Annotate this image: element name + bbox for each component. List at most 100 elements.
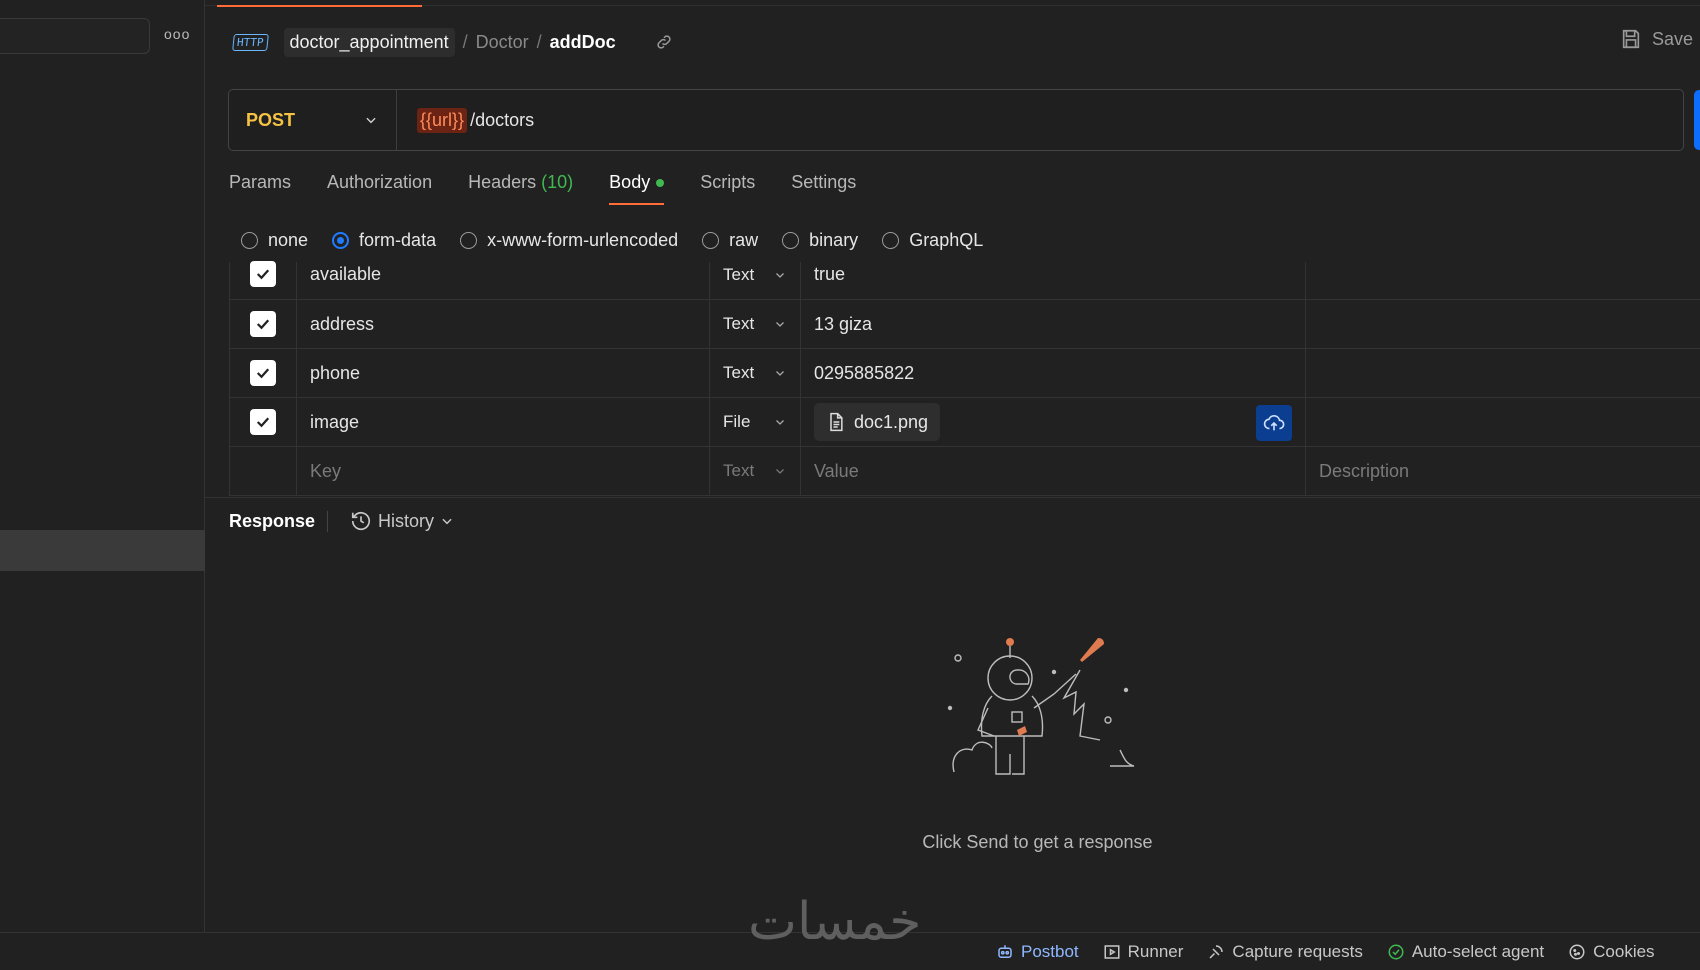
key-cell[interactable]: phone [297, 349, 710, 397]
url-variable[interactable]: {{url}} [417, 107, 468, 133]
save-label: Save [1652, 28, 1694, 49]
description-cell[interactable] [1306, 349, 1700, 397]
astronaut-illustration [947, 638, 1135, 775]
sidebar: ooo [0, 0, 205, 932]
file-chip[interactable]: doc1.png [814, 403, 941, 441]
method-label: POST [246, 109, 296, 130]
new-key-input[interactable]: Key [297, 447, 710, 495]
new-description-input[interactable]: Description [1306, 447, 1700, 495]
active-tab-indicator [217, 5, 422, 7]
radio-form-data[interactable]: form-data [332, 230, 436, 251]
capture-requests-button[interactable]: Capture requests [1207, 942, 1363, 962]
radio-binary[interactable]: binary [782, 230, 858, 251]
row-checkbox[interactable] [250, 311, 276, 337]
history-icon [351, 512, 371, 531]
cookie-icon [1569, 944, 1585, 960]
runner-button[interactable]: Runner [1103, 942, 1183, 962]
row-checkbox[interactable] [250, 260, 276, 287]
http-icon: HTTP [232, 33, 269, 51]
url-input[interactable]: {{url}} /doctors [397, 107, 535, 133]
save-icon [1622, 29, 1640, 49]
key-cell[interactable]: address [297, 300, 710, 348]
row-checkbox[interactable] [250, 409, 276, 435]
description-cell[interactable] [1306, 300, 1700, 348]
chevron-down-icon [366, 117, 376, 124]
more-options-icon[interactable]: ooo [164, 22, 189, 46]
watermark-logo: خمسات [748, 892, 922, 952]
type-select[interactable]: Text [710, 300, 801, 348]
link-icon[interactable] [654, 32, 674, 52]
upload-button[interactable] [1256, 405, 1292, 441]
save-button[interactable]: Save [1620, 28, 1693, 50]
postbot-button[interactable]: Postbot [996, 942, 1079, 962]
method-select[interactable]: POST [229, 90, 397, 150]
headers-count: (10) [541, 172, 574, 192]
cloud-upload-icon [1263, 414, 1285, 431]
tab-authorization[interactable]: Authorization [327, 172, 432, 207]
tab-body[interactable]: Body [609, 172, 665, 207]
body-mode-radios: none form-data x-www-form-urlencoded raw… [241, 230, 1007, 251]
key-cell[interactable]: available [297, 262, 710, 299]
send-button[interactable] [1694, 90, 1700, 150]
value-cell: doc1.png [801, 398, 1306, 446]
form-data-table: available Text true address Text 13 giza… [229, 260, 1700, 496]
history-button[interactable]: History [350, 510, 454, 532]
table-row: image File doc1.png [229, 398, 1700, 447]
value-cell[interactable]: 13 giza [801, 300, 1306, 348]
chevron-down-icon [776, 371, 784, 376]
chevron-down-icon [776, 322, 784, 327]
value-cell[interactable]: 0295885822 [801, 349, 1306, 397]
auto-select-agent-button[interactable]: Auto-select agent [1387, 942, 1544, 962]
empty-response-message: Click Send to get a response [922, 832, 1153, 852]
response-title: Response [229, 510, 329, 532]
new-value-input[interactable]: Value [801, 447, 1306, 495]
description-cell[interactable] [1306, 398, 1700, 446]
url-path: /doctors [470, 109, 535, 130]
sidebar-search-input[interactable] [0, 18, 150, 54]
row-checkbox[interactable] [250, 360, 276, 386]
type-select[interactable]: Text [710, 262, 801, 299]
chevron-down-icon [776, 272, 784, 278]
radio-graphql[interactable]: GraphQL [882, 230, 983, 251]
breadcrumb-separator: / [462, 31, 468, 52]
chevron-down-icon [442, 518, 452, 525]
body-modified-dot [656, 179, 665, 188]
type-select[interactable]: Text [710, 447, 801, 495]
file-icon [830, 412, 843, 432]
tab-scripts[interactable]: Scripts [700, 172, 755, 207]
request-tabs: Params Authorization Headers (10) Body S… [229, 172, 892, 207]
cookies-button[interactable]: Cookies [1568, 942, 1655, 962]
table-row: available Text true [229, 260, 1700, 300]
description-cell[interactable] [1306, 262, 1700, 299]
chevron-down-icon [776, 469, 784, 474]
breadcrumb-collection[interactable]: doctor_appointment [283, 27, 455, 57]
table-row-new: Key Text Value Description [229, 447, 1700, 496]
breadcrumb: HTTP doctor_appointment / Doctor / addDo… [232, 26, 674, 58]
check-circle-icon [1388, 944, 1404, 960]
table-row: phone Text 0295885822 [229, 349, 1700, 398]
tab-settings[interactable]: Settings [791, 172, 856, 207]
play-icon [1104, 945, 1120, 959]
value-cell[interactable]: true [801, 262, 1306, 299]
url-bar: POST {{url}} /doctors [228, 89, 1684, 151]
breadcrumb-separator: / [536, 31, 542, 52]
radio-urlencoded[interactable]: x-www-form-urlencoded [460, 230, 678, 251]
radio-none[interactable]: none [241, 230, 308, 251]
postbot-icon [998, 945, 1012, 958]
response-header: Response History [229, 510, 454, 532]
tab-headers[interactable]: Headers (10) [468, 172, 573, 207]
request-name[interactable]: addDoc [550, 32, 616, 53]
breadcrumb-folder[interactable]: Doctor [476, 32, 529, 53]
response-divider[interactable] [205, 497, 1700, 498]
file-name: doc1.png [854, 411, 929, 432]
tab-params[interactable]: Params [229, 172, 291, 207]
satellite-icon [1209, 945, 1224, 959]
chevron-down-icon [776, 420, 784, 425]
tab-strip [205, 0, 1700, 7]
type-select[interactable]: Text [710, 349, 801, 397]
sidebar-selected-item[interactable] [0, 530, 205, 571]
table-row: address Text 13 giza [229, 300, 1700, 349]
type-select[interactable]: File [710, 398, 801, 446]
key-cell[interactable]: image [297, 398, 710, 446]
radio-raw[interactable]: raw [702, 230, 758, 251]
